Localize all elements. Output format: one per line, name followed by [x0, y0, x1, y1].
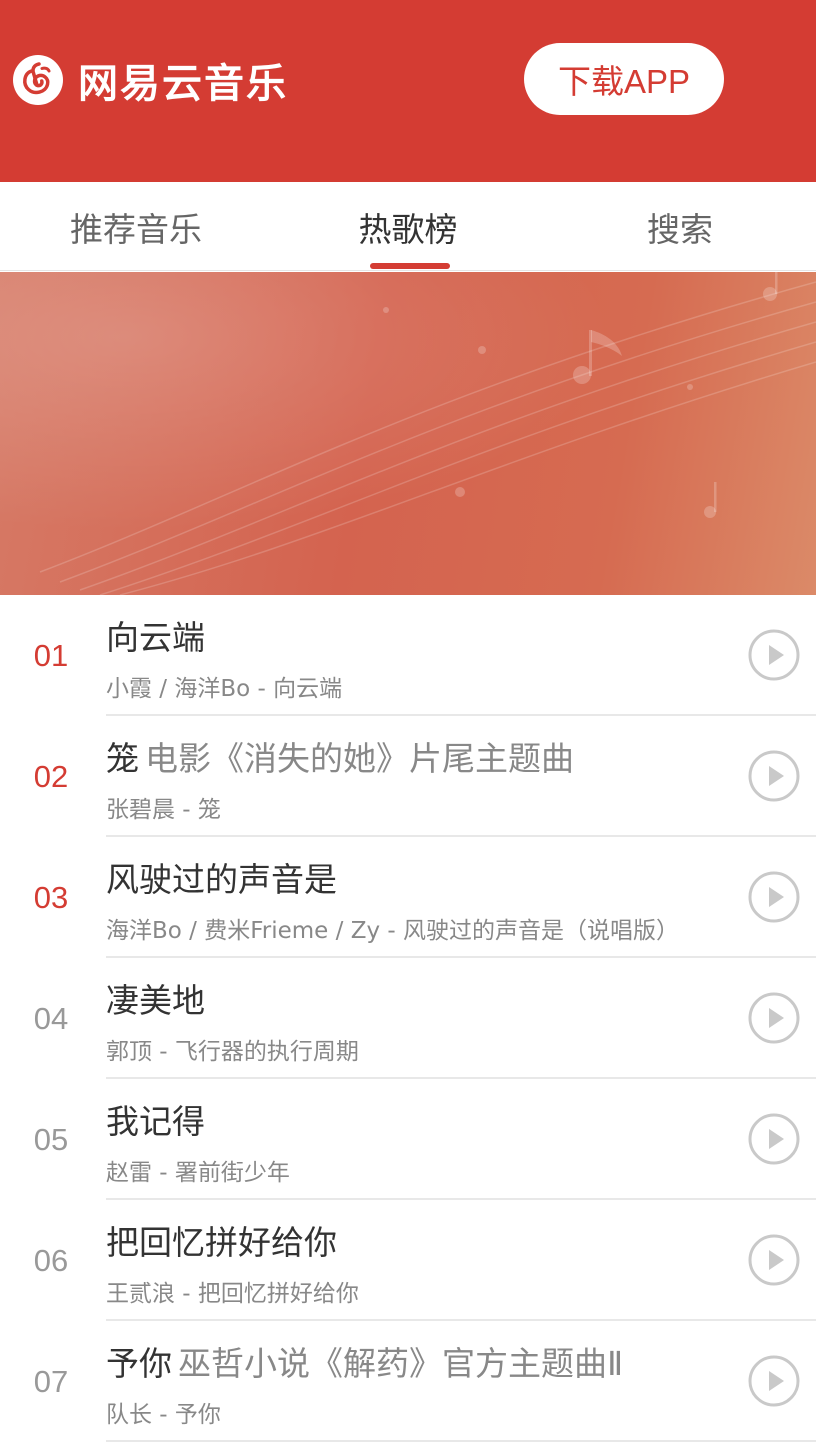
- list-item[interactable]: 03 风驶过的声音是 海洋Bo / 费米Frieme / Zy - 风驶过的声音…: [0, 837, 816, 958]
- play-icon[interactable]: [748, 1113, 800, 1165]
- song-name: 凄美地: [106, 981, 205, 1020]
- song-rank: 05: [33, 1121, 69, 1157]
- list-item[interactable]: 01 向云端 小霞 / 海洋Bo - 向云端: [0, 595, 816, 716]
- play-icon[interactable]: [748, 1234, 800, 1286]
- song-info: 把回忆拼好给你 王贰浪 - 把回忆拼好给你: [106, 1200, 816, 1321]
- app-name: 网易云音乐: [78, 61, 288, 107]
- song-artist-album: 张碧晨 - 笼: [106, 797, 221, 823]
- play-icon[interactable]: [748, 750, 800, 802]
- play-icon[interactable]: [748, 871, 800, 923]
- download-app-button[interactable]: 下载APP: [524, 43, 724, 115]
- song-artist-album: 王贰浪 - 把回忆拼好给你: [106, 1281, 359, 1307]
- song-info: 向云端 小霞 / 海洋Bo - 向云端: [106, 595, 816, 716]
- song-rank: 07: [33, 1363, 69, 1399]
- list-item[interactable]: 07 予你 巫哲小说《解药》官方主题曲Ⅱ 队长 - 予你: [0, 1321, 816, 1442]
- tab-hot-chart[interactable]: 热歌榜: [272, 182, 544, 271]
- song-name: 风驶过的声音是: [106, 860, 337, 899]
- song-title: 把回忆拼好给你: [106, 1216, 337, 1264]
- hot-chart-banner: [0, 272, 816, 595]
- song-info: 风驶过的声音是 海洋Bo / 费米Frieme / Zy - 风驶过的声音是（说…: [106, 837, 816, 958]
- song-info: 笼电影《消失的她》片尾主题曲 张碧晨 - 笼: [106, 716, 816, 837]
- song-rank: 01: [33, 637, 69, 673]
- song-artist-album: 小霞 / 海洋Bo - 向云端: [106, 676, 343, 702]
- song-artist-album: 郭顶 - 飞行器的执行周期: [106, 1039, 359, 1065]
- song-title: 予你 巫哲小说《解药》官方主题曲Ⅱ: [106, 1337, 623, 1385]
- song-alias: 电影《消失的她》片尾主题曲: [145, 739, 574, 778]
- list-item[interactable]: 06 把回忆拼好给你 王贰浪 - 把回忆拼好给你: [0, 1200, 816, 1321]
- song-artist-album: 赵雷 - 署前街少年: [106, 1160, 290, 1186]
- song-rank: 04: [33, 1000, 69, 1036]
- tab-bar: 推荐音乐 热歌榜 搜索: [0, 182, 816, 271]
- song-name: 笼: [106, 739, 139, 778]
- list-item[interactable]: 05 我记得 赵雷 - 署前街少年: [0, 1079, 816, 1200]
- song-title: 凄美地: [106, 974, 205, 1022]
- play-icon[interactable]: [748, 992, 800, 1044]
- play-icon[interactable]: [748, 629, 800, 681]
- song-artist-album: 海洋Bo / 费米Frieme / Zy - 风驶过的声音是（说唱版）: [106, 918, 679, 944]
- tab-search[interactable]: 搜索: [544, 182, 816, 271]
- top-bar: 网易云音乐 下载APP: [0, 0, 816, 182]
- song-rank: 02: [33, 758, 69, 794]
- song-title: 我记得: [106, 1095, 205, 1143]
- song-alias: 巫哲小说《解药》官方主题曲Ⅱ: [178, 1344, 624, 1383]
- list-item[interactable]: 04 凄美地 郭顶 - 飞行器的执行周期: [0, 958, 816, 1079]
- active-tab-indicator: [370, 263, 450, 269]
- song-name: 我记得: [106, 1102, 205, 1141]
- song-artist-album: 队长 - 予你: [106, 1402, 221, 1428]
- song-info: 予你 巫哲小说《解药》官方主题曲Ⅱ 队长 - 予你: [106, 1321, 816, 1442]
- tab-recommend[interactable]: 推荐音乐: [0, 182, 272, 271]
- song-name: 把回忆拼好给你: [106, 1223, 337, 1262]
- song-info: 凄美地 郭顶 - 飞行器的执行周期: [106, 958, 816, 1079]
- song-name: 向云端: [106, 618, 205, 657]
- song-name: 予你: [106, 1344, 172, 1383]
- play-icon[interactable]: [748, 1355, 800, 1407]
- song-rank: 06: [33, 1242, 69, 1278]
- song-title: 风驶过的声音是: [106, 853, 337, 901]
- song-title: 向云端: [106, 611, 205, 659]
- music-staff-decoration: [0, 272, 816, 595]
- list-item[interactable]: 02 笼电影《消失的她》片尾主题曲 张碧晨 - 笼: [0, 716, 816, 837]
- song-title: 笼电影《消失的她》片尾主题曲: [106, 732, 574, 780]
- song-rank: 03: [33, 879, 69, 915]
- song-info: 我记得 赵雷 - 署前街少年: [106, 1079, 816, 1200]
- netease-music-logo-icon: [13, 55, 63, 105]
- song-list: 01 向云端 小霞 / 海洋Bo - 向云端 02 笼电影《消失的她》片尾主题曲…: [0, 595, 816, 1442]
- app-logo[interactable]: 网易云音乐: [12, 54, 288, 107]
